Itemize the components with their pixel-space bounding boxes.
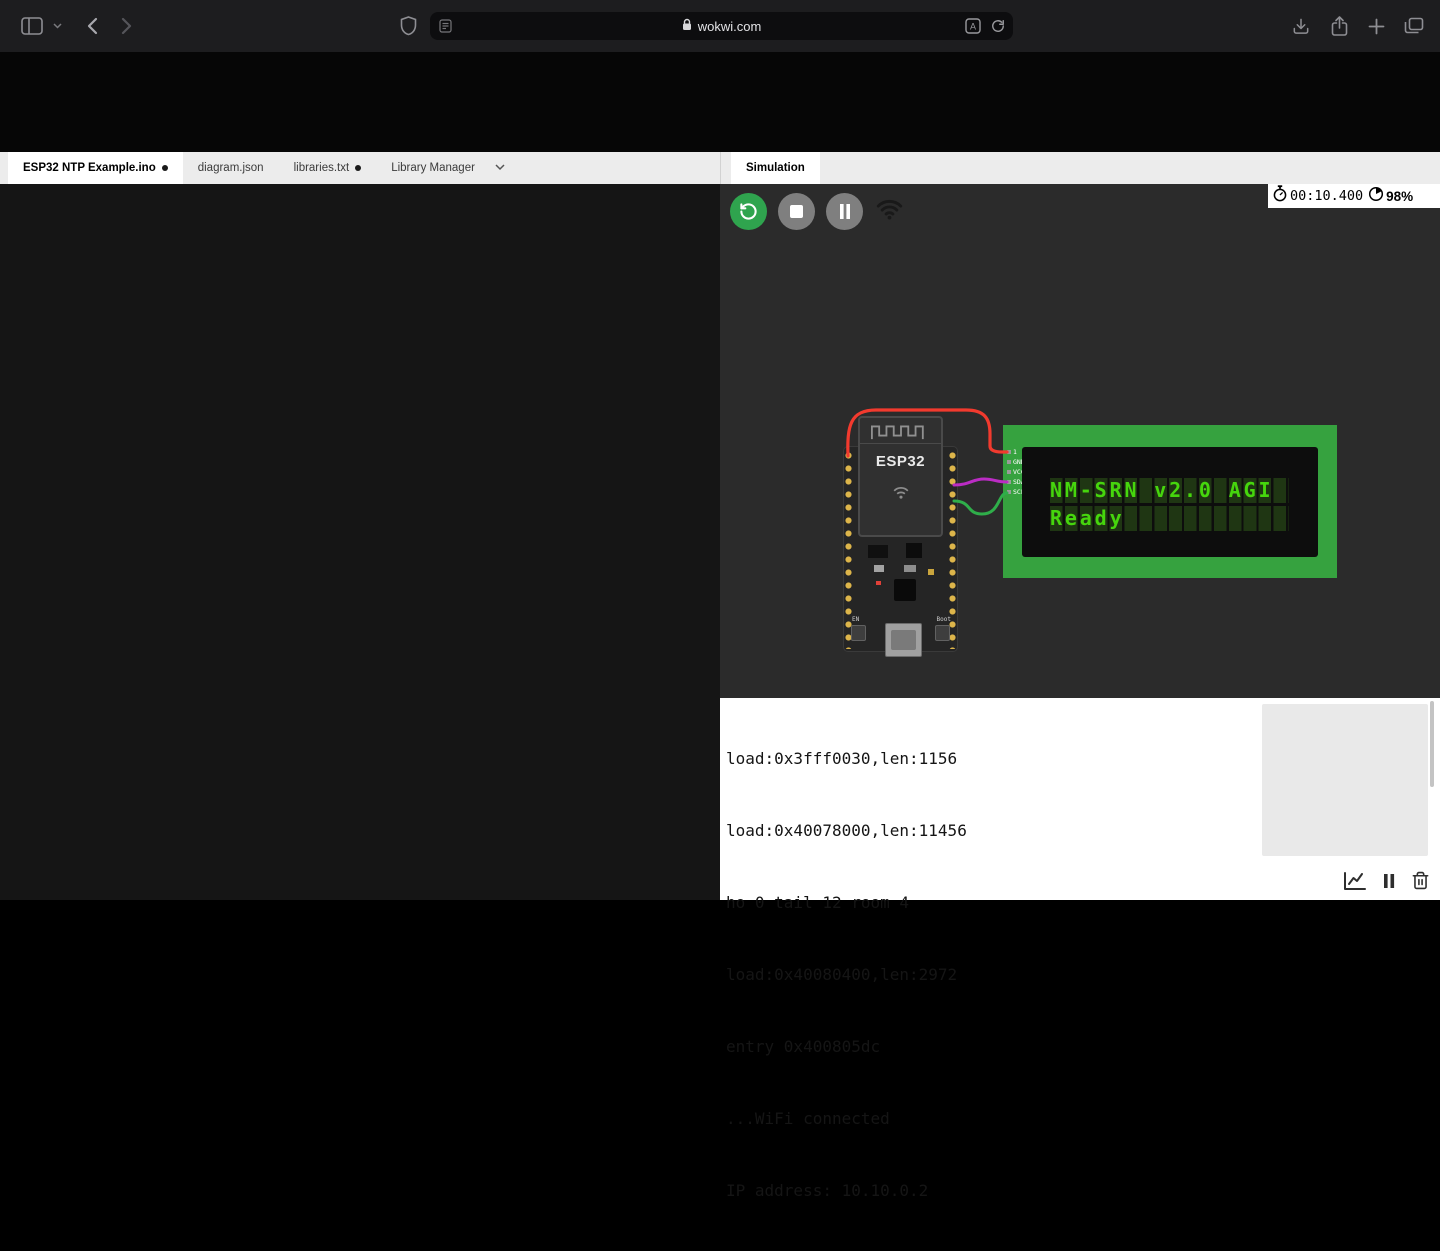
elapsed-time: 00:10.400 xyxy=(1290,188,1363,204)
editor-tabstrip: ESP32 NTP Example.ino diagram.json libra… xyxy=(0,152,720,184)
serial-line: ...WiFi connected xyxy=(726,1107,967,1131)
address-bar[interactable]: wokwi.com A xyxy=(430,12,1013,40)
pause-serial-icon[interactable] xyxy=(1382,873,1396,894)
tab-library-manager[interactable]: Library Manager xyxy=(376,152,520,184)
wire-green xyxy=(954,493,1007,514)
component-capacitor xyxy=(874,565,884,572)
trash-icon[interactable] xyxy=(1411,870,1430,896)
wifi-logo-icon xyxy=(860,484,941,501)
component-pad xyxy=(928,569,934,575)
unsaved-dot xyxy=(355,165,361,171)
tab-label: Simulation xyxy=(746,162,805,174)
stop-simulation-button[interactable] xyxy=(778,193,815,230)
component-chip xyxy=(906,543,922,558)
serial-line: load:0x3fff0030,len:1156 xyxy=(726,747,967,771)
url-text: wokwi.com xyxy=(698,19,762,34)
lcd-pin-label: 1 xyxy=(1013,448,1017,456)
pin-pad xyxy=(1007,450,1011,454)
board-label: ESP32 xyxy=(860,453,941,470)
reload-icon[interactable] xyxy=(991,12,1005,40)
restart-icon xyxy=(739,202,758,221)
lcd1602-module[interactable]: 1 GND VCC SDA SCL NM-SRN v2.0 AGI Ready xyxy=(1003,425,1337,578)
page-settings-icon[interactable] xyxy=(439,12,452,40)
pin-pad xyxy=(1007,480,1011,484)
downloads-icon[interactable] xyxy=(1288,0,1314,52)
forward-button[interactable] xyxy=(114,0,138,52)
boot-button[interactable] xyxy=(935,625,950,641)
boot-button-label: Boot xyxy=(937,616,951,623)
lcd-screen: NM-SRN v2.0 AGI Ready xyxy=(1022,447,1318,557)
serial-controls xyxy=(1343,870,1430,896)
esp32-module: ESP32 xyxy=(858,416,943,537)
stop-icon xyxy=(790,205,803,218)
power-led xyxy=(876,581,881,585)
tab-libraries-txt[interactable]: libraries.txt xyxy=(279,152,377,184)
antenna-trace xyxy=(860,418,941,444)
wire-purple xyxy=(954,479,1007,485)
lcd-text-line1: NM-SRN v2.0 AGI xyxy=(1050,478,1289,503)
lcd-text-line2: Ready xyxy=(1050,506,1289,531)
tab-simulation[interactable]: Simulation xyxy=(731,152,820,184)
shield-icon[interactable] xyxy=(396,0,420,52)
serial-scrollbar[interactable] xyxy=(1430,701,1434,787)
serial-output: load:0x3fff0030,len:1156 load:0x40078000… xyxy=(726,699,967,1251)
pin-pad xyxy=(1007,490,1011,494)
simulation-tabstrip: Simulation xyxy=(720,152,1440,184)
component-capacitor xyxy=(904,565,916,572)
chevron-down-icon[interactable] xyxy=(495,162,505,174)
lock-icon xyxy=(682,18,692,34)
en-button-label: EN xyxy=(852,616,859,623)
cpu-load: 98% xyxy=(1386,189,1413,204)
usb-connector xyxy=(885,623,922,657)
pin-pad xyxy=(1007,470,1011,474)
translate-icon[interactable]: A xyxy=(965,12,981,40)
pause-simulation-button[interactable] xyxy=(826,193,863,230)
overlay-panel xyxy=(1262,704,1428,856)
code-editor[interactable] xyxy=(0,184,720,900)
tab-label: diagram.json xyxy=(198,162,264,174)
wifi-status-icon[interactable] xyxy=(876,198,903,226)
plot-icon[interactable] xyxy=(1343,871,1367,896)
back-button[interactable] xyxy=(80,0,104,52)
pin-header-left xyxy=(845,452,852,649)
chevron-down-icon[interactable] xyxy=(50,0,64,52)
gauge-icon xyxy=(1368,186,1384,207)
tab-overview-icon[interactable] xyxy=(1401,0,1427,52)
simulation-canvas[interactable]: 00:10.400 98% ESP32 EN Boot xyxy=(720,184,1440,698)
serial-monitor: load:0x3fff0030,len:1156 load:0x40078000… xyxy=(720,698,1440,900)
sidebar-toggle-icon[interactable] xyxy=(18,0,46,52)
pause-icon xyxy=(839,204,851,219)
tab-sketch-file[interactable]: ESP32 NTP Example.ino xyxy=(8,152,183,184)
svg-text:A: A xyxy=(970,22,976,32)
simulation-status-badge: 00:10.400 98% xyxy=(1268,184,1440,208)
unsaved-dot xyxy=(162,165,168,171)
tab-label: ESP32 NTP Example.ino xyxy=(23,162,156,174)
serial-line: IP address: 10.10.0.2 xyxy=(726,1179,967,1203)
serial-line: load:0x40078000,len:11456 xyxy=(726,819,967,843)
tab-label: libraries.txt xyxy=(294,162,350,174)
browser-toolbar: wokwi.com A xyxy=(0,0,1440,52)
serial-line: load:0x40080400,len:2972 xyxy=(726,963,967,987)
esp32-board[interactable]: ESP32 EN Boot xyxy=(843,446,958,652)
component-chip xyxy=(868,545,888,558)
pin-pad xyxy=(1007,460,1011,464)
share-icon[interactable] xyxy=(1326,0,1352,52)
en-button[interactable] xyxy=(851,625,866,641)
tab-diagram-json[interactable]: diagram.json xyxy=(183,152,279,184)
restart-simulation-button[interactable] xyxy=(730,193,767,230)
page-header-area xyxy=(0,52,1440,152)
serial-line: entry 0x400805dc xyxy=(726,1035,967,1059)
new-tab-icon[interactable] xyxy=(1363,0,1389,52)
serial-line: ho 0 tail 12 room 4 xyxy=(726,891,967,915)
stopwatch-icon xyxy=(1272,185,1288,207)
tab-label: Library Manager xyxy=(391,162,475,174)
component-usb-chip xyxy=(894,579,916,601)
